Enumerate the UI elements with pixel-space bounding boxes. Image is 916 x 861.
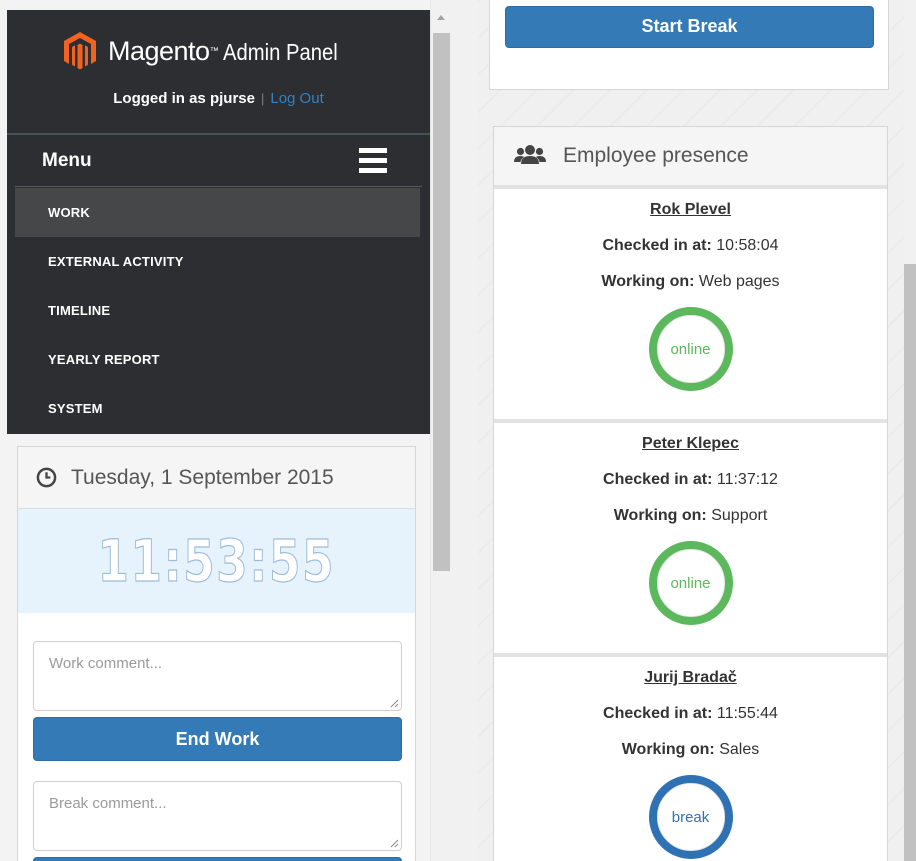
menu-list: WORK EXTERNAL ACTIVITY TIMELINE YEARLY R… — [15, 188, 420, 433]
left-scrollbar[interactable] — [430, 0, 452, 861]
sidebar-nav: Magento™ Admin Panel Logged in as pjurse |… — [7, 10, 430, 434]
employee-name-link[interactable]: Peter Klepec — [494, 435, 887, 453]
right-scrollbar-thumb[interactable] — [904, 264, 916, 861]
hamburger-icon[interactable] — [359, 148, 387, 173]
left-pane: Magento™ Admin Panel Logged in as pjurse |… — [0, 0, 430, 861]
clock-card: Tuesday, 1 September 2015 11:53:55 Work … — [17, 446, 416, 861]
working-on-value: Support — [711, 507, 768, 524]
break-button[interactable] — [33, 857, 402, 861]
resize-grip-icon[interactable] — [389, 698, 399, 708]
menu-item-external-activity[interactable]: EXTERNAL ACTIVITY — [15, 237, 420, 286]
users-icon — [514, 145, 546, 164]
working-on-line: Working on: Web pages — [494, 273, 887, 291]
username: pjurse — [209, 90, 255, 107]
start-break-button[interactable]: Start Break — [505, 6, 874, 48]
brand[interactable]: Magento™ Admin Panel — [62, 27, 353, 75]
menu-item-yearly-report[interactable]: YEARLY REPORT — [15, 335, 420, 384]
employee-name-link[interactable]: Rok Plevel — [494, 201, 887, 219]
checked-in-label: Checked in at: — [603, 705, 713, 722]
resize-grip-icon[interactable] — [389, 838, 399, 848]
working-on-label: Working on: — [601, 273, 695, 290]
break-comment-placeholder: Break comment... — [49, 795, 167, 812]
clock-icon — [36, 467, 57, 488]
clock-header: Tuesday, 1 September 2015 — [18, 447, 415, 509]
working-on-value: Web pages — [698, 273, 780, 290]
status-badge: break — [648, 775, 733, 859]
employee-name-link[interactable]: Jurij Bradač — [494, 669, 887, 687]
checked-in-line: Checked in at: 10:58:04 — [494, 237, 887, 255]
clock-display: 11:53:55 — [18, 509, 415, 613]
menu-header: Menu — [15, 135, 422, 187]
working-on-label: Working on: — [621, 741, 715, 758]
checked-in-time: 10:58:04 — [716, 237, 779, 254]
working-on-line: Working on: Sales — [494, 741, 887, 759]
employee-entry: Jurij Bradač Checked in at: 11:55:44 Wor… — [494, 657, 887, 861]
checked-in-time: 11:55:44 — [716, 705, 778, 722]
logout-link[interactable]: Log Out — [270, 90, 323, 107]
checked-in-line: Checked in at: 11:55:44 — [494, 705, 887, 723]
magento-logo-icon — [64, 32, 96, 70]
employee-entry: Peter Klepec Checked in at: 11:37:12 Wor… — [494, 423, 887, 657]
working-on-value: Sales — [719, 741, 760, 758]
current-date: Tuesday, 1 September 2015 — [71, 465, 334, 489]
login-status: Logged in as pjurse | Log Out — [7, 90, 430, 107]
menu-item-timeline[interactable]: TIMELINE — [15, 286, 420, 335]
working-on-label: Working on: — [613, 507, 707, 524]
status-label: break — [671, 808, 710, 826]
break-comment-input[interactable]: Break comment... — [33, 781, 402, 851]
login-separator: | — [260, 91, 265, 106]
status-label: online — [670, 574, 711, 592]
employee-entry: Rok Plevel Checked in at: 10:58:04 Worki… — [494, 189, 887, 423]
logged-in-prefix: Logged in as — [113, 90, 206, 107]
employee-presence-card: Employee presence Rok Plevel Checked in … — [493, 126, 888, 861]
presence-title: Employee presence — [563, 144, 749, 167]
status-label: online — [670, 340, 711, 358]
end-work-button[interactable]: End Work — [33, 717, 402, 761]
brand-subtitle: Admin Panel — [222, 38, 338, 65]
status-badge: online — [648, 307, 733, 391]
work-comment-input[interactable]: Work comment... — [33, 641, 402, 711]
brand-name: Magento™ Admin Panel — [108, 35, 338, 66]
right-scrollbar[interactable] — [904, 0, 916, 861]
left-scrollbar-thumb[interactable] — [433, 33, 450, 571]
checked-in-label: Checked in at: — [603, 471, 713, 488]
working-on-line: Working on: Support — [494, 507, 887, 525]
presence-header: Employee presence — [494, 127, 887, 189]
menu-title: Menu — [42, 150, 92, 171]
menu-item-system[interactable]: SYSTEM — [15, 384, 420, 433]
clock-time: 11:53:55 — [97, 526, 336, 595]
checked-in-line: Checked in at: 11:37:12 — [494, 471, 887, 489]
trademark: ™ — [209, 45, 219, 56]
scroll-up-arrow-icon[interactable] — [437, 15, 445, 20]
work-comment-placeholder: Work comment... — [49, 655, 163, 672]
menu-item-work[interactable]: WORK — [15, 188, 420, 237]
right-pane: Start Break Employee presence Rok Plevel… — [478, 0, 904, 861]
break-card: Start Break — [489, 0, 889, 90]
checked-in-time: 11:37:12 — [716, 471, 778, 488]
checked-in-label: Checked in at: — [602, 237, 712, 254]
status-badge: online — [648, 541, 733, 625]
